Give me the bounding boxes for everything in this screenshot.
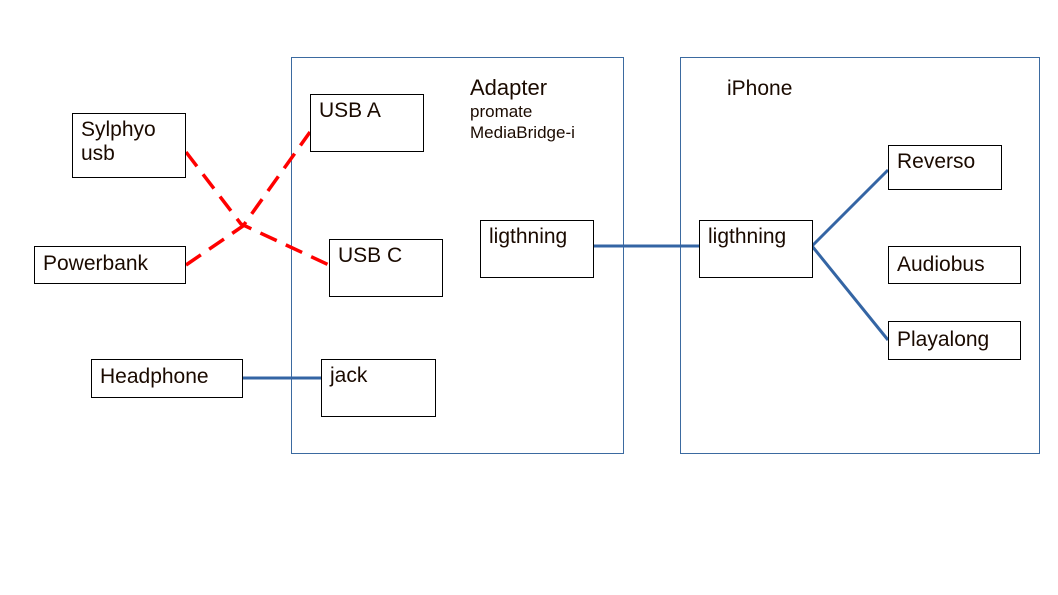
sylphyo-usb-box: Sylphyo usb [72, 113, 186, 178]
adapter-title: Adapter [470, 75, 548, 100]
reverso-app: Reverso [888, 145, 1002, 190]
lightning-to-reverso-link [810, 168, 890, 248]
jack-port: jack [321, 359, 436, 417]
diagram-canvas: Adapter promate MediaBridge-i iPhone Syl… [0, 0, 1058, 595]
adapter-lightning-port: ligthning [480, 220, 594, 278]
sylphyo-usb-label: usb [81, 142, 115, 165]
usb-a-port: USB A [310, 94, 424, 152]
sylphyo-label: Sylphyo [81, 118, 156, 141]
iphone-title: iPhone [727, 77, 793, 100]
iphone-lightning-port: ligthning [699, 220, 813, 278]
headphone-box: Headphone [91, 359, 243, 398]
lightning-to-playalong-link [810, 245, 890, 341]
adapter-subtitle-2: MediaBridge-i [470, 123, 575, 142]
adapter-subtitle-1: promate [470, 102, 533, 121]
usb-c-port: USB C [329, 239, 443, 297]
playalong-app: Playalong [888, 321, 1021, 360]
powerbank-to-usb-a-link [185, 130, 312, 267]
audiobus-app: Audiobus [888, 246, 1021, 284]
powerbank-box: Powerbank [34, 246, 186, 284]
